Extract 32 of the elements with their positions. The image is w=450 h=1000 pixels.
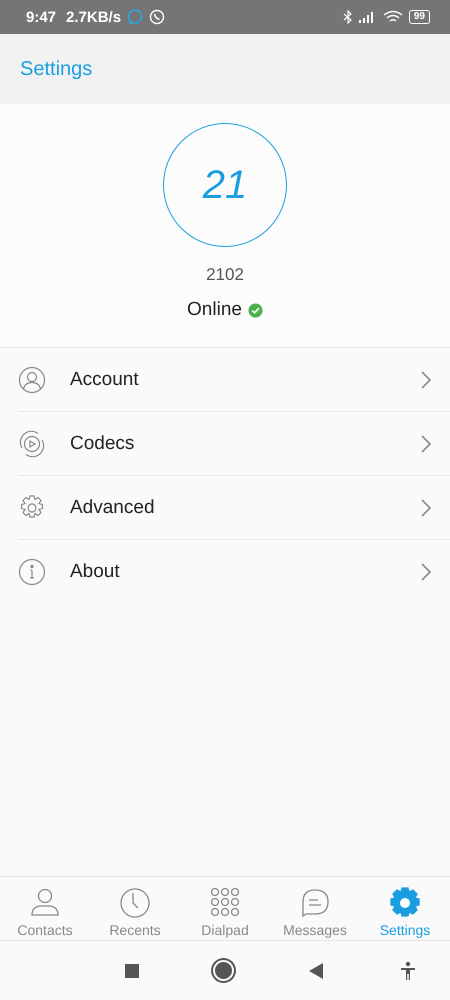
chevron-right-icon: [420, 434, 432, 454]
nav-tab[interactable]: Settings: [360, 877, 450, 940]
avatar-circle: 21: [163, 123, 287, 247]
home-button[interactable]: [214, 962, 232, 979]
chevron-right-icon: [420, 370, 432, 390]
chevron-right-icon: [420, 562, 432, 582]
status-label: Online: [187, 299, 242, 321]
extension-number: 2102: [206, 265, 244, 285]
info-icon: [18, 558, 46, 586]
play-circle-icon: [18, 430, 46, 458]
back-button[interactable]: [308, 962, 324, 980]
status-time: 9:47: [26, 8, 56, 26]
person-icon: [18, 366, 46, 394]
chat-bubble-icon: [127, 9, 144, 25]
chevron-right-icon: [420, 498, 432, 518]
nav-tab[interactable]: Messages: [270, 877, 360, 940]
bluetooth-icon: [342, 10, 353, 24]
wifi-icon: [382, 10, 403, 24]
nav-tab[interactable]: Contacts: [0, 877, 90, 940]
phone-bubble-icon: [149, 9, 166, 25]
accessibility-icon[interactable]: [400, 960, 416, 980]
nav-tab[interactable]: Dialpad: [180, 877, 270, 940]
page-title: Settings: [20, 58, 92, 80]
settings-item[interactable]: About: [18, 540, 450, 603]
network-speed: 2.7KB/s: [66, 8, 122, 26]
settings-item[interactable]: Advanced: [18, 476, 450, 540]
battery-indicator: 99: [408, 10, 430, 24]
nav-tab[interactable]: Recents: [90, 877, 180, 940]
clock-icon: [118, 886, 152, 920]
recents-button[interactable]: [124, 964, 138, 978]
settings-item[interactable]: Codecs: [18, 412, 450, 476]
settings-item[interactable]: Account: [18, 348, 450, 412]
